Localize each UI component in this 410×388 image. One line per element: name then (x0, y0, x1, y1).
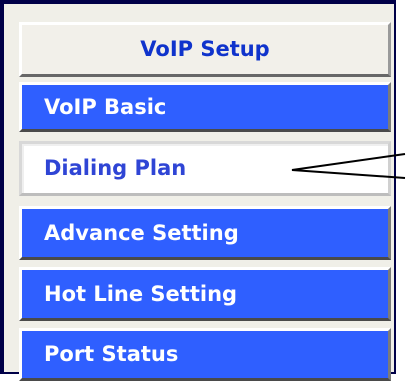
hot-line-setting-label: Hot Line Setting (44, 281, 238, 306)
port-status-button[interactable]: Port Status (19, 328, 391, 381)
voip-setup-menu: VoIP Setup VoIP Basic Dialing Plan Advan… (0, 0, 396, 381)
hot-line-setting-button[interactable]: Hot Line Setting (19, 267, 391, 321)
voip-setup-header-label: VoIP Setup (140, 37, 270, 61)
voip-basic-button[interactable]: VoIP Basic (19, 82, 391, 132)
advance-setting-label: Advance Setting (44, 220, 239, 245)
voip-setup-header: VoIP Setup (19, 22, 391, 77)
voip-basic-label: VoIP Basic (44, 94, 167, 119)
port-status-label: Port Status (44, 342, 179, 366)
dialing-plan-button[interactable]: Dialing Plan (19, 141, 391, 196)
dialing-plan-label: Dialing Plan (44, 156, 187, 180)
advance-setting-button[interactable]: Advance Setting (19, 206, 391, 260)
